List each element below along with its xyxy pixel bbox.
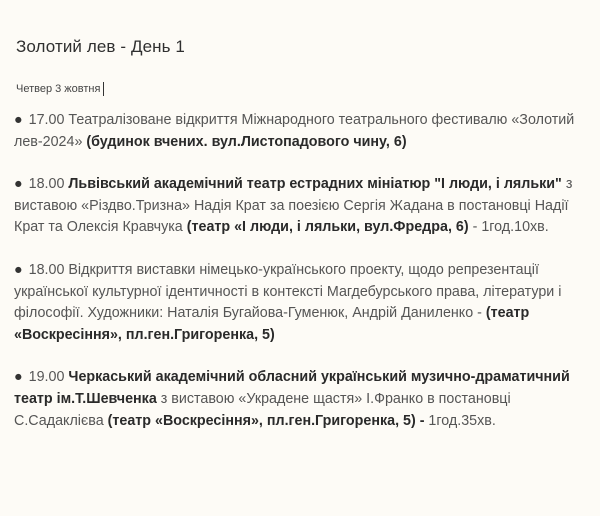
bullet-icon: ● <box>14 112 23 128</box>
post: Золотий лев - День 1 Четвер 3 жовтня ● 17… <box>0 0 600 516</box>
event-time: 17.00 <box>28 112 65 128</box>
post-date-text: Четвер 3 жовтня <box>16 83 101 95</box>
event-duration: 1год.35хв. <box>424 412 496 429</box>
event-company: Львівський академічний театр естрадних м… <box>64 176 562 193</box>
event-time: 19.00 <box>28 369 65 386</box>
event-venue: (театр «Воскресіння», пл.ген.Григоренка,… <box>107 412 425 429</box>
text-cursor <box>103 82 105 96</box>
event-item: ● 17.00 Театралізоване відкриття Міжнарод… <box>14 110 586 153</box>
event-item: ● 19.00 Черкаський академічний обласний у… <box>14 367 586 432</box>
bullet-icon: ● <box>14 261 23 278</box>
event-list: ● 17.00 Театралізоване відкриття Міжнарод… <box>14 110 586 432</box>
event-item: ● 18.00 Відкриття виставки німецько-украї… <box>14 260 586 346</box>
event-venue: (театр «І люди, і ляльки, вул.Фредра, 6) <box>186 219 469 236</box>
event-duration: - 1год.10хв. <box>468 219 549 236</box>
post-date: Четвер 3 жовтня <box>16 82 586 96</box>
bullet-icon: ● <box>14 176 23 193</box>
event-item: ● 18.00 Львівський академічний театр естр… <box>14 174 586 239</box>
page-title: Золотий лев - День 1 <box>16 37 185 56</box>
bullet-icon: ● <box>14 369 23 386</box>
event-time: 18.00 <box>28 261 65 278</box>
event-venue: (будинок вчених. вул.Листопадового чину,… <box>86 133 407 150</box>
event-time: 18.00 <box>28 176 65 193</box>
event-description: Відкриття виставки німецько-українського… <box>14 261 562 322</box>
